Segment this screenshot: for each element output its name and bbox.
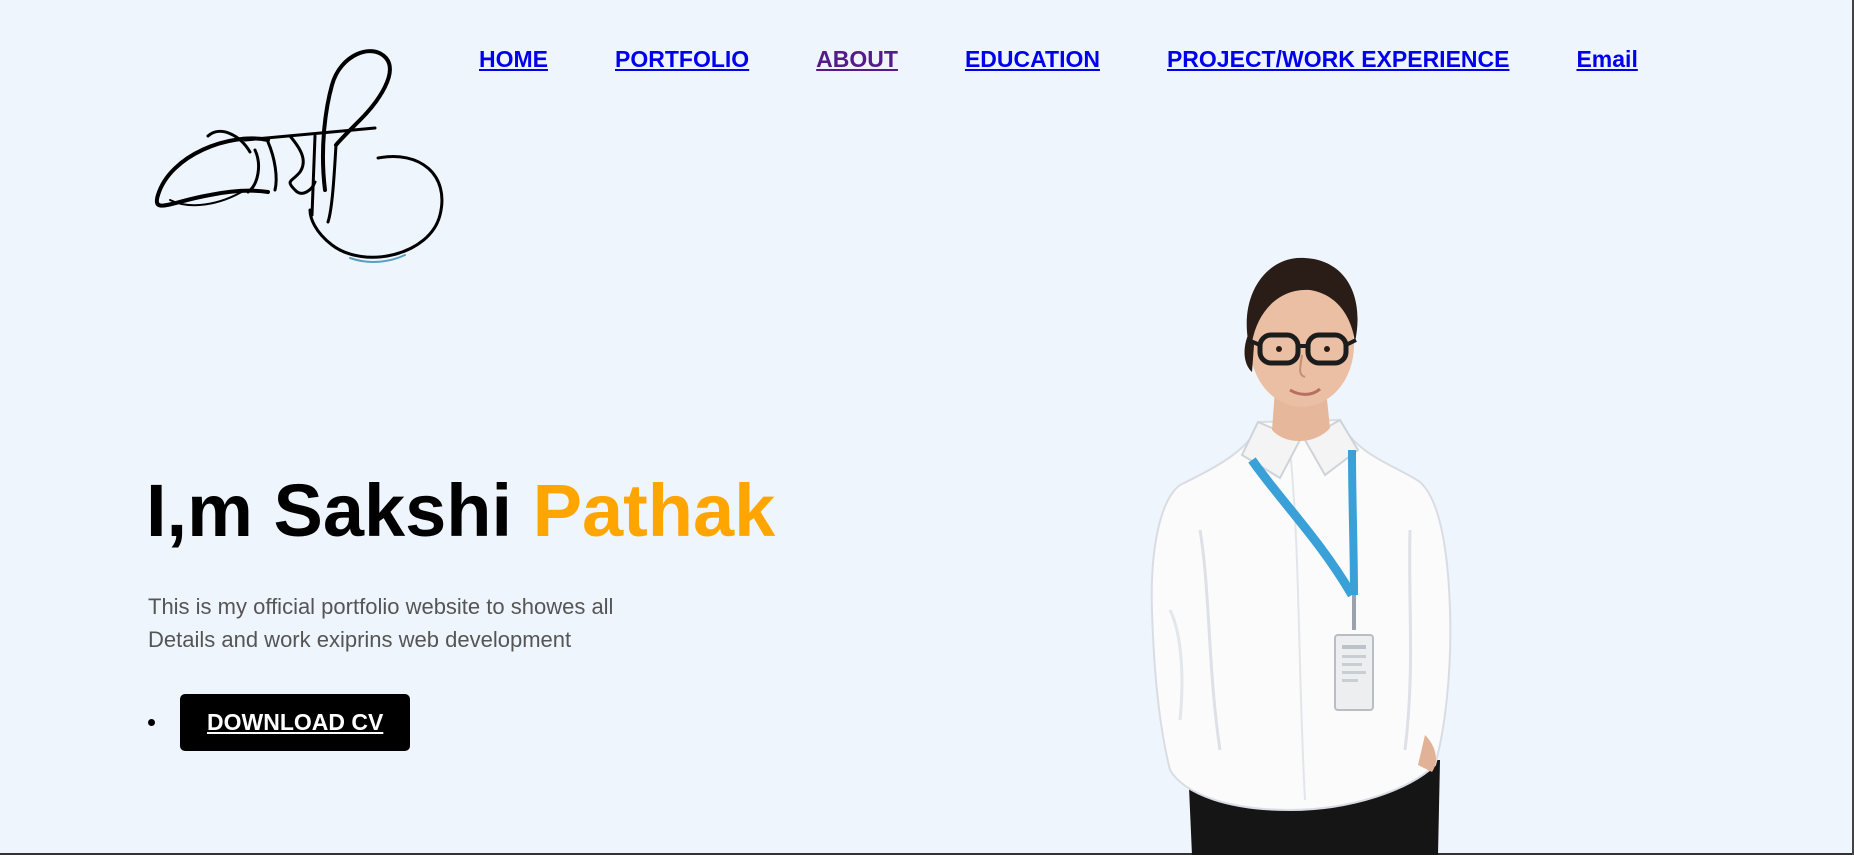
hero-description-line2: Details and work exiprins web developmen… xyxy=(148,627,572,652)
nav-link-education[interactable]: EDUCATION xyxy=(965,46,1100,73)
nav-link-about[interactable]: ABOUT xyxy=(816,46,898,73)
hero-title: I,m Sakshi Pathak xyxy=(146,470,775,551)
nav-link-project-work-experience[interactable]: PROJECT/WORK EXPERIENCE xyxy=(1167,46,1510,73)
nav-link-email[interactable]: Email xyxy=(1576,46,1637,73)
cv-list: DOWNLOAD CV xyxy=(148,694,411,751)
nav-link-portfolio[interactable]: PORTFOLIO xyxy=(615,46,749,73)
signature-logo[interactable] xyxy=(150,40,450,270)
hero-description-line1: This is my official portfolio website to… xyxy=(148,594,614,619)
main-nav: HOME PORTFOLIO ABOUT EDUCATION PROJECT/W… xyxy=(479,46,1638,73)
nav-link-home[interactable]: HOME xyxy=(479,46,548,73)
download-cv-button[interactable]: DOWNLOAD CV xyxy=(180,694,411,751)
bullet-dot xyxy=(148,719,155,726)
list-item: DOWNLOAD CV xyxy=(148,694,411,751)
hero-title-name: I,m Sakshi xyxy=(146,469,513,552)
portrait-photo xyxy=(1150,257,1452,855)
hero-title-highlight: Pathak xyxy=(532,469,776,552)
hero-description: This is my official portfolio website to… xyxy=(148,590,708,656)
